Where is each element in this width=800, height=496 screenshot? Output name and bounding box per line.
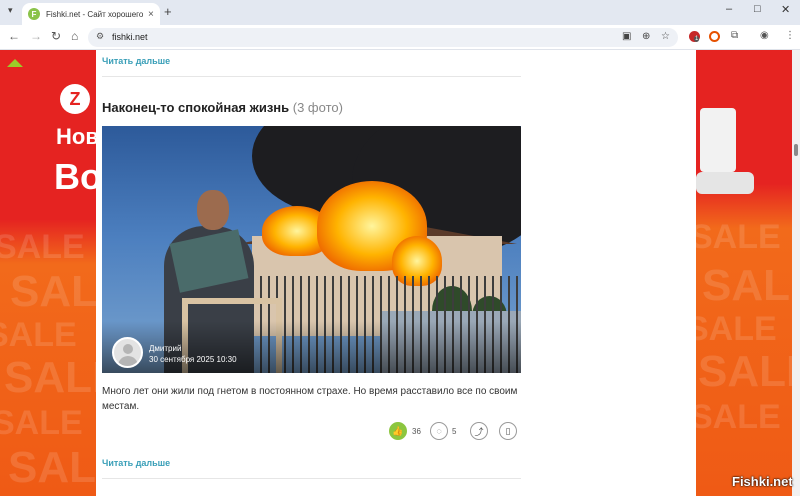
post-photo[interactable]: Дмитрий 30 сентября 2025 10:30: [102, 126, 521, 373]
ad-sale-pattern: SALE: [696, 218, 781, 256]
scrollbar-thumb[interactable]: [794, 144, 798, 156]
extension-badge-count: 1: [694, 36, 700, 42]
post-excerpt: Много лет они жили под гнетом в постоянн…: [102, 386, 518, 412]
url-text[interactable]: fishki.net: [112, 32, 148, 42]
ad-sale-pattern: SALE: [698, 347, 792, 396]
avatar-head-shape: [123, 344, 133, 354]
comment-bubble-icon[interactable]: ◌: [430, 422, 448, 440]
post-title-text[interactable]: Наконец-то спокойная жизнь: [102, 100, 289, 115]
bookmark-icon[interactable]: ▯: [499, 422, 517, 440]
install-app-icon[interactable]: ▣: [622, 31, 631, 42]
post-divider: [102, 478, 521, 479]
tab-search-icon[interactable]: ▾: [8, 5, 13, 16]
back-arrow-icon[interactable]: ←: [8, 29, 20, 43]
address-bar[interactable]: ⚙ fishki.net ▣ ⊕ ☆: [88, 28, 678, 47]
forward-arrow-icon[interactable]: →: [30, 29, 42, 43]
likes-count: 36: [412, 427, 421, 436]
ad-robot-base-image: [696, 172, 754, 194]
photo-man-head: [197, 190, 229, 230]
right-ad-banner[interactable]: SALE SALE SALE SALE SALE: [696, 50, 792, 496]
site-info-icon[interactable]: ⚙: [96, 31, 104, 42]
tab-title: Fishki.net - Сайт хорошего настроения: [46, 9, 144, 19]
ad-sale-pattern: SALE: [0, 404, 83, 442]
ad-robot-vacuum-image: [700, 108, 736, 172]
author-name[interactable]: Дмитрий: [149, 344, 181, 353]
read-more-link-bottom[interactable]: Читать дальше: [102, 458, 170, 468]
feed-content: Читать дальше Наконец-то спокойная жизнь…: [96, 50, 696, 496]
maximize-icon[interactable]: □: [754, 3, 761, 15]
ad-sale-pattern: SALE: [4, 353, 96, 402]
thumbs-up-icon[interactable]: 👍: [389, 422, 407, 440]
fishki-favicon-icon: F: [28, 8, 40, 20]
minimize-icon[interactable]: –: [726, 3, 732, 15]
home-icon[interactable]: ⌂: [71, 29, 78, 43]
ad-sale-pattern: SALE: [696, 398, 781, 436]
ad-sale-pattern: SALE: [696, 310, 777, 348]
ad-sale-pattern: SALE: [10, 267, 96, 316]
post-photo-count: (3 фото): [292, 100, 343, 115]
post-divider: [102, 76, 521, 77]
ad-brand-logo: Z: [60, 84, 90, 114]
post-date: 30 сентября 2025 10:30: [149, 355, 237, 364]
ad-sale-pattern: SALE: [0, 316, 77, 354]
menu-dots-icon[interactable]: ⋮: [785, 30, 795, 41]
ad-sale-pattern: SALE: [0, 228, 85, 266]
extension-orange-icon[interactable]: [709, 31, 720, 42]
browser-tab-active[interactable]: F Fishki.net - Сайт хорошего настроения …: [22, 3, 160, 25]
new-tab-button[interactable]: +: [164, 4, 172, 19]
page-scrollbar[interactable]: [792, 50, 800, 496]
ad-sale-pattern: SALE: [702, 261, 792, 310]
zoom-icon[interactable]: ⊕: [642, 31, 650, 42]
bookmark-star-icon[interactable]: ☆: [661, 31, 670, 42]
ad-sale-pattern: SALE: [8, 443, 96, 492]
left-ad-banner[interactable]: Z Нов Во SALE SALE SALE SALE SALE SALE: [0, 50, 96, 496]
share-icon[interactable]: ⤴: [470, 422, 488, 440]
extensions-puzzle-icon[interactable]: ⧉: [731, 30, 738, 41]
reload-icon[interactable]: ↻: [51, 29, 61, 43]
comments-count: 5: [452, 427, 457, 436]
read-more-link-top[interactable]: Читать дальше: [102, 56, 170, 66]
ad-headline-2: Во: [54, 156, 96, 197]
profile-icon[interactable]: ◉: [760, 30, 769, 41]
tab-close-icon[interactable]: ×: [148, 9, 154, 20]
site-watermark: Fishki.net: [732, 474, 793, 489]
browser-toolbar: ← → ↻ ⌂ ⚙ fishki.net ▣ ⊕ ☆ 1 ⧉ ◉ ⋮: [0, 25, 800, 50]
scroll-up-arrow-icon[interactable]: [7, 59, 23, 67]
author-avatar[interactable]: [112, 337, 143, 368]
ad-headline-1: Нов: [56, 124, 96, 149]
close-window-icon[interactable]: ✕: [781, 3, 790, 16]
tab-strip: ▾ F Fishki.net - Сайт хорошего настроени…: [0, 0, 800, 25]
post-title[interactable]: Наконец-то спокойная жизнь (3 фото): [102, 100, 343, 115]
